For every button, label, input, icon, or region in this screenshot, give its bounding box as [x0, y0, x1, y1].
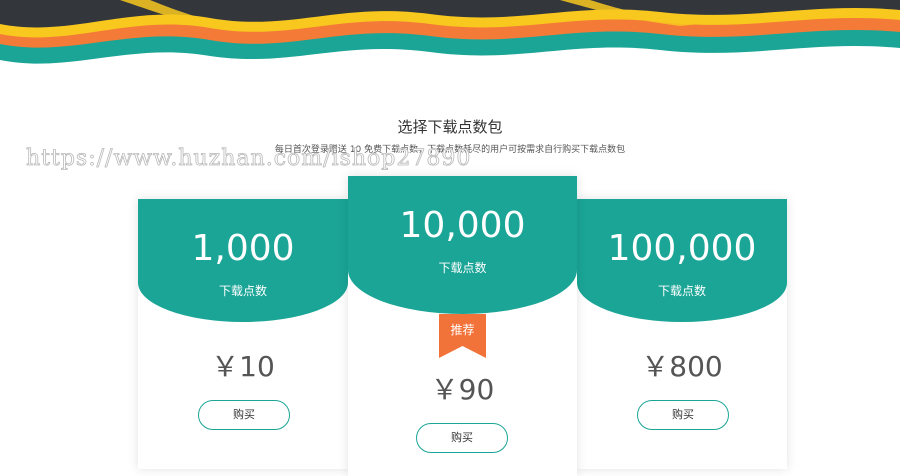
package-price: ￥800 [641, 350, 723, 383]
package-card-10000: 10,000 下载点数 推荐 ￥90 购买 [348, 176, 577, 476]
package-header: 100,000 下载点数 [577, 199, 787, 322]
points-amount: 100,000 [607, 228, 757, 269]
points-label: 下载点数 [218, 284, 267, 298]
package-card-1000: 1,000 下载点数 ￥10 购买 [138, 199, 348, 469]
buy-button[interactable]: 购买 [637, 400, 729, 430]
points-label: 下载点数 [438, 261, 487, 275]
package-header: 1,000 下载点数 [138, 199, 348, 322]
watermark-text: https://www.huzhan.com/ishop27890 [26, 146, 472, 172]
page-title: 选择下载点数包 [397, 118, 503, 136]
buy-button[interactable]: 购买 [416, 423, 508, 453]
buy-button[interactable]: 购买 [198, 400, 290, 430]
recommend-badge: 推荐 [450, 323, 475, 337]
package-header: 10,000 下载点数 [348, 176, 577, 314]
points-amount: 1,000 [191, 228, 295, 269]
package-card-100000: 100,000 下载点数 ￥800 购买 [577, 199, 787, 469]
package-price: ￥10 [211, 350, 275, 383]
decorative-wave-banner [0, 0, 900, 70]
package-price: ￥90 [430, 373, 495, 406]
points-amount: 10,000 [399, 205, 526, 246]
points-label: 下载点数 [657, 284, 706, 298]
